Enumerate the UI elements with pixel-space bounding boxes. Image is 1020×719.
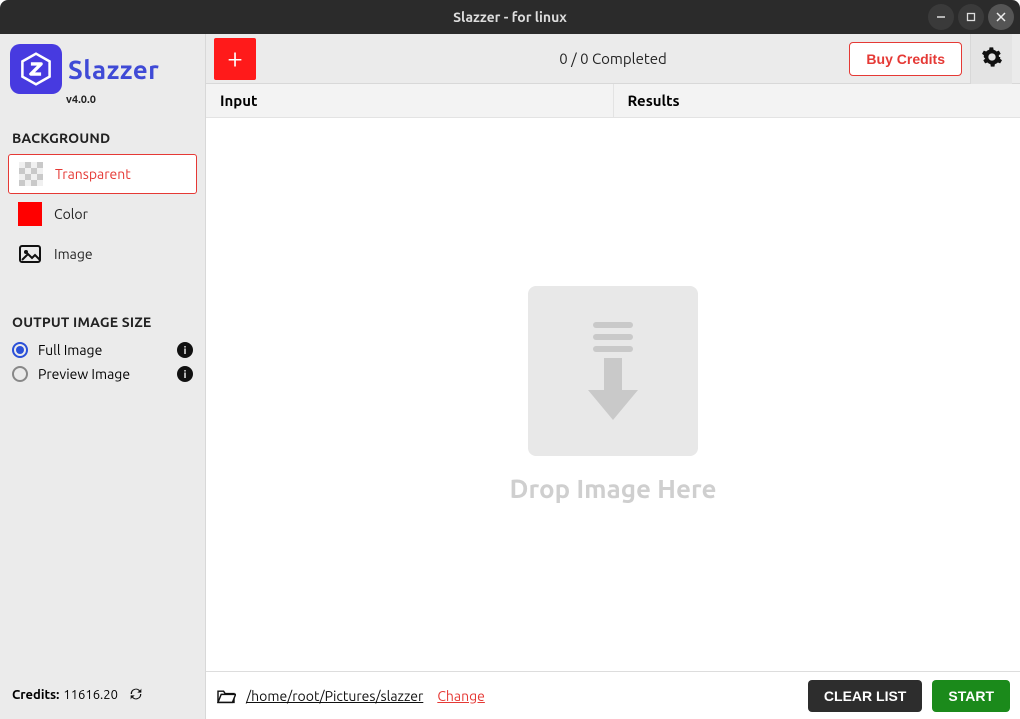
folder-icon xyxy=(216,688,236,704)
window-title: Slazzer - for linux xyxy=(453,9,567,25)
window-close-button[interactable] xyxy=(988,4,1014,30)
buy-credits-button[interactable]: Buy Credits xyxy=(849,42,962,76)
settings-button[interactable] xyxy=(970,34,1012,84)
radio-icon xyxy=(12,342,28,358)
image-swatch-icon xyxy=(18,242,42,266)
completed-status: 0 / 0 Completed xyxy=(559,50,667,67)
credits-label: Credits: xyxy=(12,688,59,702)
bg-option-label: Image xyxy=(54,246,93,262)
column-headers: Input Results xyxy=(206,84,1020,118)
size-option-full[interactable]: Full Image i xyxy=(0,338,205,362)
color-swatch-icon xyxy=(18,202,42,226)
drop-illustration xyxy=(528,286,698,456)
background-heading: BACKGROUND xyxy=(0,106,205,154)
window-titlebar: Slazzer - for linux xyxy=(0,0,1020,34)
add-images-button[interactable]: + xyxy=(214,38,256,80)
clear-list-button[interactable]: CLEAR LIST xyxy=(808,680,922,712)
gear-icon xyxy=(981,46,1003,72)
bg-option-transparent[interactable]: Transparent xyxy=(8,154,197,194)
output-path[interactable]: /home/root/Pictures/slazzer xyxy=(246,688,423,704)
bg-option-color[interactable]: Color xyxy=(8,194,197,234)
size-option-label: Preview Image xyxy=(38,366,167,382)
bottom-bar: /home/root/Pictures/slazzer Change CLEAR… xyxy=(206,671,1020,719)
info-icon[interactable]: i xyxy=(177,342,193,358)
refresh-credits-button[interactable] xyxy=(128,686,144,705)
radio-icon xyxy=(12,366,28,382)
window-maximize-button[interactable] xyxy=(958,4,984,30)
size-option-label: Full Image xyxy=(38,342,167,358)
bg-option-label: Color xyxy=(54,206,88,222)
app-version: v4.0.0 xyxy=(66,94,205,106)
column-header-input: Input xyxy=(206,84,614,117)
credits-bar: Credits: 11616.20 xyxy=(0,671,205,719)
logo: Slazzer xyxy=(0,34,205,96)
logo-text: Slazzer xyxy=(68,55,159,84)
change-output-link[interactable]: Change xyxy=(437,688,485,704)
bg-option-label: Transparent xyxy=(55,166,131,182)
sidebar: Slazzer v4.0.0 BACKGROUND Transparent Co… xyxy=(0,34,206,719)
transparent-swatch-icon xyxy=(19,162,43,186)
start-button[interactable]: START xyxy=(932,680,1010,712)
drop-area[interactable]: Drop Image Here xyxy=(206,118,1020,671)
credits-value: 11616.20 xyxy=(63,688,118,702)
top-toolbar: + 0 / 0 Completed Buy Credits xyxy=(206,34,1020,84)
info-icon[interactable]: i xyxy=(177,366,193,382)
column-header-results: Results xyxy=(614,84,1020,117)
bg-option-image[interactable]: Image xyxy=(8,234,197,274)
plus-icon: + xyxy=(227,45,243,73)
main-panel: + 0 / 0 Completed Buy Credits Input Resu… xyxy=(206,34,1020,719)
size-option-preview[interactable]: Preview Image i xyxy=(0,362,205,386)
window-minimize-button[interactable] xyxy=(928,4,954,30)
logo-icon xyxy=(10,44,62,94)
output-size-heading: OUTPUT IMAGE SIZE xyxy=(0,274,205,338)
drop-text: Drop Image Here xyxy=(510,474,717,503)
